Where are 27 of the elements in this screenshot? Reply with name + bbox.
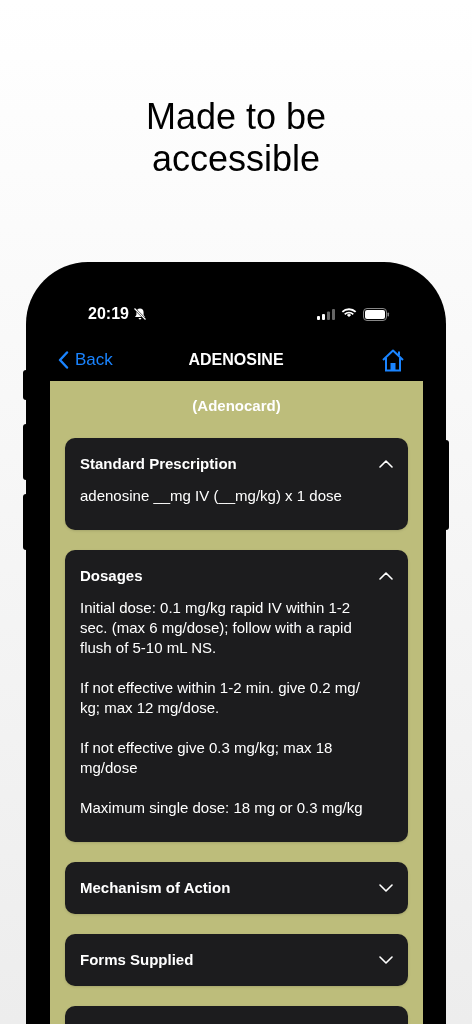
section-title: Standard Prescription <box>80 454 237 474</box>
battery-icon <box>363 307 390 321</box>
status-time: 20:19 <box>88 304 129 324</box>
section-text: If not effective give 0.3 mg/kg; max 18 mg/dose <box>80 738 334 778</box>
chevron-left-icon <box>58 351 69 369</box>
headline: Made to be accessible <box>144 96 328 180</box>
section-text: Maximum single dose: 18 mg or 0.3 mg/kg <box>80 798 364 818</box>
chevron-down-icon <box>379 884 393 892</box>
subtitle: (Adenocard) <box>191 396 282 416</box>
section-header[interactable]: Dosages <box>80 566 393 586</box>
section-title: Dosages <box>80 566 143 586</box>
section-text: adenosine __mg IV (__mg/kg) x 1 dose <box>80 486 343 506</box>
screen-title: ADENOSINE <box>188 350 284 370</box>
chevron-up-icon <box>379 572 393 580</box>
section-header[interactable]: Mechanism of Action <box>80 878 393 898</box>
back-button[interactable]: Back <box>58 347 113 373</box>
section-header[interactable]: Forms Supplied <box>80 950 393 970</box>
section-text: If not effective within 1-2 min. give 0.2 mg/ kg; max 12 mg/dose. <box>80 678 361 718</box>
home-icon[interactable] <box>380 347 406 373</box>
section-text: Initial dose: 0.1 mg/kg rapid IV within 1-2 sec. (max 6 mg/dose); follow with a rapid flush of 5-10 mL NS. <box>80 598 353 658</box>
section-title: Mechanism of Action <box>80 878 231 898</box>
chevron-up-icon <box>379 460 393 468</box>
section-header[interactable]: Standard Prescription <box>80 454 393 474</box>
section-title: Forms Supplied <box>80 950 194 970</box>
chevron-down-icon <box>379 956 393 964</box>
signal-icon <box>317 308 335 320</box>
wifi-icon <box>341 308 357 320</box>
